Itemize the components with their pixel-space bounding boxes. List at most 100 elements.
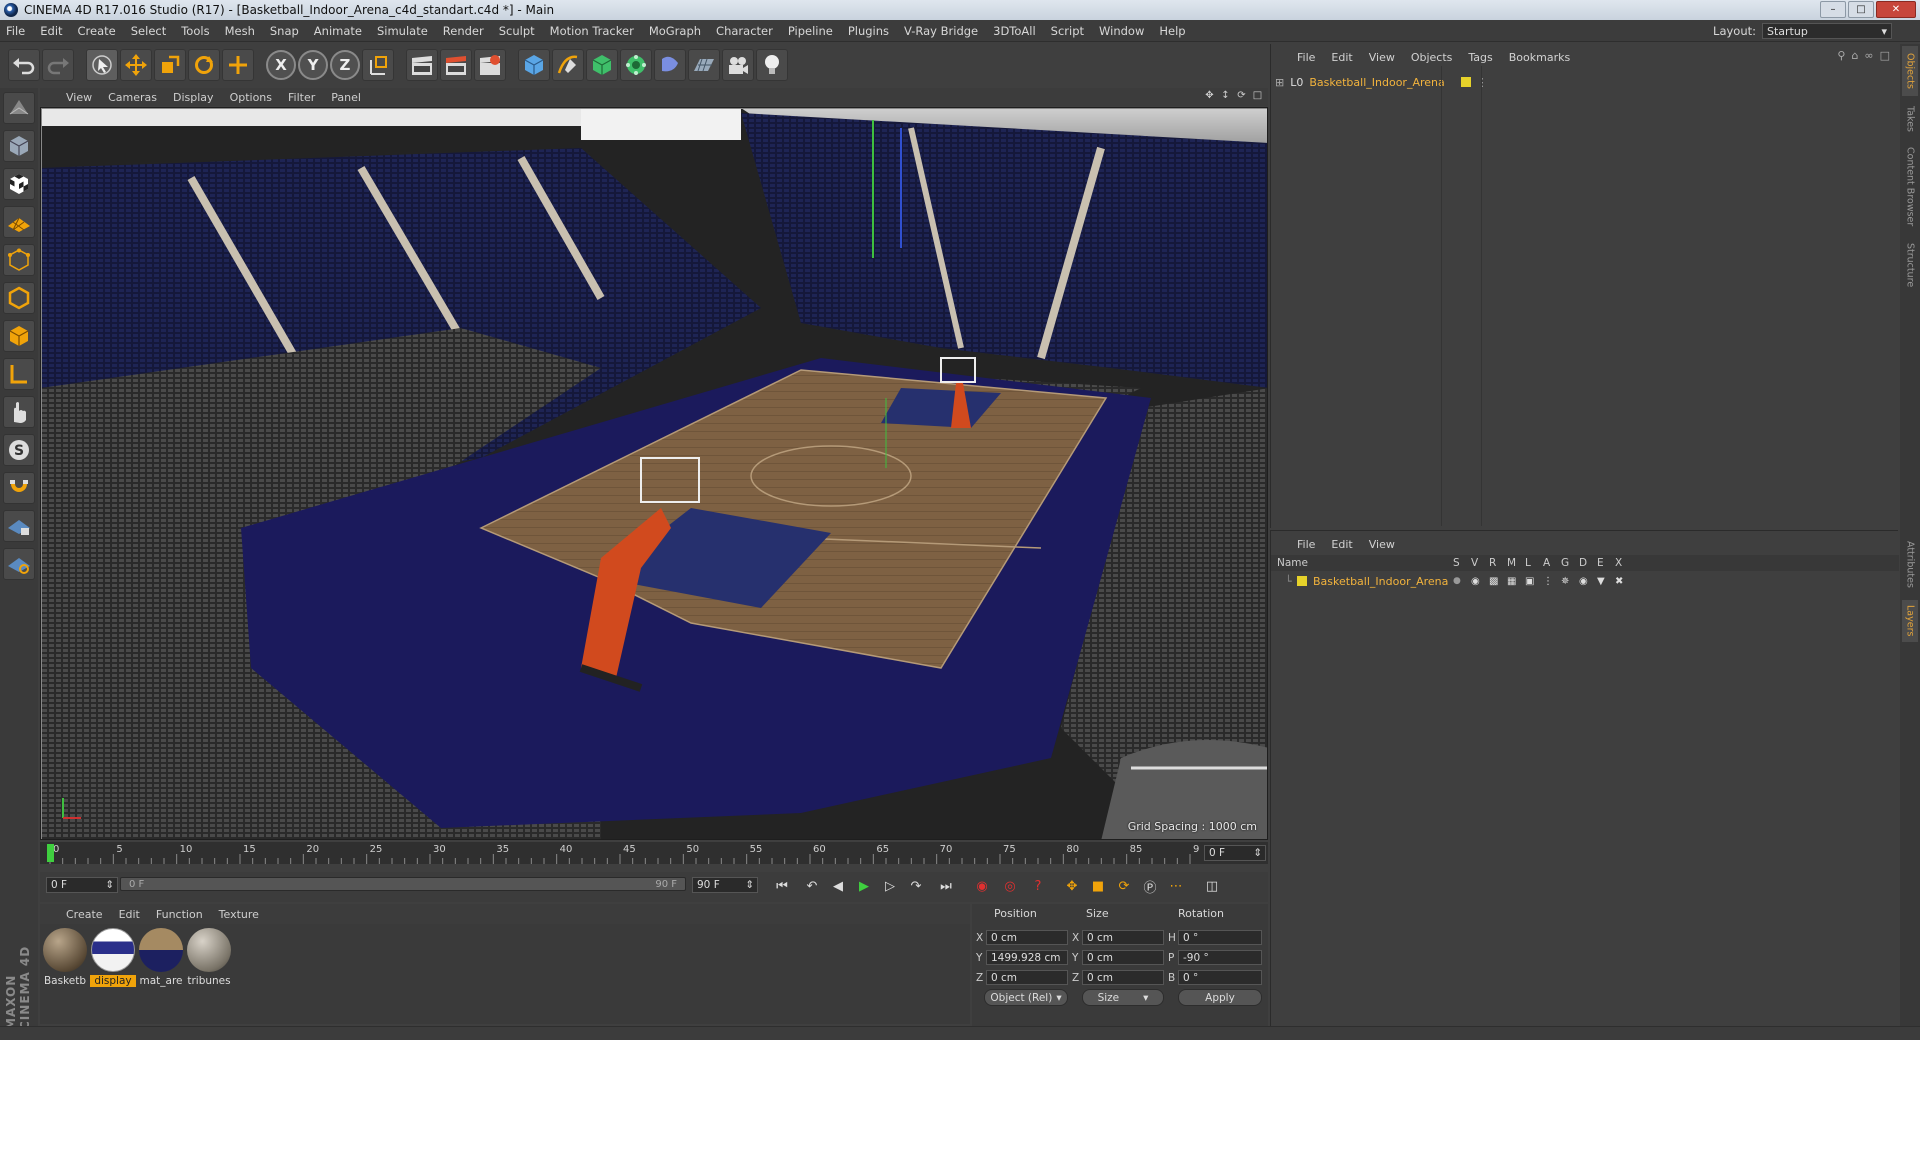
viewport-menu-panel[interactable]: Panel — [331, 91, 361, 104]
layer-color-icon[interactable] — [1297, 576, 1307, 586]
menu-plugins[interactable]: Plugins — [848, 24, 889, 38]
lock-icon[interactable]: ▣ — [1525, 576, 1534, 587]
polygon-mode-button[interactable] — [3, 320, 35, 352]
viewport-menu-cameras[interactable]: Cameras — [108, 91, 157, 104]
menu-window[interactable]: Window — [1099, 24, 1144, 38]
column-s[interactable]: S — [1453, 557, 1460, 569]
model-mode-button[interactable] — [3, 130, 35, 162]
tab-structure[interactable]: Structure — [1902, 240, 1918, 290]
goto-end-button[interactable]: ⏭ — [934, 874, 958, 898]
size-mode-dropdown[interactable]: Size ▾ — [1082, 989, 1164, 1006]
menu-simulate[interactable]: Simulate — [377, 24, 428, 38]
viewport-menu-options[interactable]: Options — [230, 91, 272, 104]
menu-render[interactable]: Render — [443, 24, 484, 38]
perspective-viewport[interactable]: Grid Spacing : 1000 cm — [40, 107, 1268, 840]
tab-objects[interactable]: Objects — [1902, 46, 1918, 96]
object-menu-view[interactable]: View — [1369, 51, 1395, 64]
spline-pen-button[interactable] — [552, 49, 584, 81]
planar-workplane-button[interactable] — [3, 548, 35, 580]
object-menu-file[interactable]: File — [1297, 51, 1315, 64]
playhead-marker[interactable] — [47, 844, 54, 862]
point-mode-button[interactable] — [3, 244, 35, 276]
menu-file[interactable]: File — [6, 24, 25, 38]
link-icon[interactable]: ∞ — [1864, 49, 1873, 62]
next-frame-button[interactable]: ▷ — [878, 874, 902, 898]
object-menu-objects[interactable]: Objects — [1411, 51, 1453, 64]
menu-pipeline[interactable]: Pipeline — [788, 24, 833, 38]
undo-button[interactable] — [8, 49, 40, 81]
position-key-button[interactable]: ✥ — [1060, 874, 1084, 898]
layer-row-arena[interactable]: └ Basketball_Indoor_Arena ● ◉ ▩ ▦ ▣ ⋮ ✵ … — [1271, 573, 1899, 589]
column-e[interactable]: E — [1597, 557, 1604, 569]
deformer-icon[interactable]: ◉ — [1579, 576, 1588, 587]
maximize-viewport-icon[interactable]: □ — [1251, 89, 1264, 102]
scale-key-button[interactable]: ■ — [1086, 874, 1110, 898]
render-to-picture-viewer-button[interactable] — [440, 49, 472, 81]
keyframe-selection-button[interactable]: ? — [1026, 874, 1050, 898]
position-x-field[interactable]: 0 cm — [986, 930, 1068, 945]
manager-icon[interactable]: ▦ — [1507, 576, 1516, 587]
cube-object-button[interactable] — [518, 49, 550, 81]
menu-sculpt[interactable]: Sculpt — [499, 24, 535, 38]
timeline-ruler[interactable]: 051015202530354045505560657075808590 0 F… — [40, 842, 1268, 864]
coordinate-system-button[interactable] — [362, 49, 394, 81]
redo-button[interactable] — [42, 49, 74, 81]
menu-animate[interactable]: Animate — [314, 24, 362, 38]
live-selection-button[interactable] — [86, 49, 118, 81]
texture-mode-button[interactable] — [3, 168, 35, 200]
cloner-button[interactable] — [620, 49, 652, 81]
axis-mode-button[interactable] — [3, 358, 35, 390]
menu-mesh[interactable]: Mesh — [225, 24, 255, 38]
workplane-lock-button[interactable] — [3, 510, 35, 542]
viewport-menu-filter[interactable]: Filter — [288, 91, 315, 104]
tab-attributes[interactable]: Attributes — [1902, 534, 1918, 594]
tab-layers[interactable]: Layers — [1902, 600, 1918, 642]
material-tile-display[interactable]: display — [90, 928, 136, 987]
coordinate-mode-dropdown[interactable]: Object (Rel) ▾ — [984, 989, 1068, 1006]
next-key-button[interactable]: ↷ — [904, 874, 928, 898]
eye-icon[interactable]: ◉ — [1471, 576, 1480, 587]
preview-range-slider[interactable]: 0 F 90 F — [120, 877, 686, 891]
generator-icon[interactable]: ✵ — [1561, 576, 1569, 587]
maximize-button[interactable]: □ — [1848, 1, 1874, 18]
rotation-h-field[interactable]: 0 ° — [1178, 930, 1262, 945]
end-frame-field[interactable]: 90 F ⇕ — [692, 877, 758, 893]
home-icon[interactable]: ⌂ — [1851, 49, 1858, 62]
material-menu-function[interactable]: Function — [156, 908, 203, 921]
column-g[interactable]: G — [1561, 557, 1569, 569]
parameter-key-button[interactable]: Ⓟ — [1138, 874, 1162, 898]
apply-button[interactable]: Apply — [1178, 989, 1262, 1006]
menu-character[interactable]: Character — [716, 24, 773, 38]
xref-icon[interactable]: ✖ — [1615, 576, 1623, 587]
camera-object-button[interactable] — [722, 49, 754, 81]
menu-motion-tracker[interactable]: Motion Tracker — [550, 24, 634, 38]
edge-mode-button[interactable] — [3, 282, 35, 314]
menu-script[interactable]: Script — [1051, 24, 1084, 38]
material-tile-tribunes[interactable]: tribunes — [186, 928, 232, 987]
axis-y-lock-button[interactable]: Y — [298, 50, 328, 80]
position-z-field[interactable]: 0 cm — [986, 970, 1068, 985]
axis-x-lock-button[interactable]: X — [266, 50, 296, 80]
object-menu-edit[interactable]: Edit — [1331, 51, 1352, 64]
menu-mograph[interactable]: MoGraph — [649, 24, 701, 38]
size-x-field[interactable]: 0 cm — [1082, 930, 1164, 945]
size-z-field[interactable]: 0 cm — [1082, 970, 1164, 985]
size-y-field[interactable]: 0 cm — [1082, 950, 1164, 965]
transform-tool-button[interactable] — [222, 49, 254, 81]
start-frame-field[interactable]: 0 F ⇕ — [46, 877, 118, 893]
point-level-key-button[interactable]: ⋯ — [1164, 874, 1188, 898]
menu-select[interactable]: Select — [131, 24, 166, 38]
floor-object-button[interactable] — [688, 49, 720, 81]
solo-icon[interactable]: ● — [1453, 576, 1461, 586]
column-a[interactable]: A — [1543, 557, 1550, 569]
material-menu-edit[interactable]: Edit — [119, 908, 140, 921]
object-row-arena[interactable]: ⊞ L0 Basketball_Indoor_Arena ⋮ — [1275, 74, 1488, 90]
material-tile-basketball[interactable]: Basketb — [42, 928, 88, 987]
tab-takes[interactable]: Takes — [1902, 104, 1918, 134]
menu-3dtoall[interactable]: 3DToAll — [993, 24, 1036, 38]
render-icon[interactable]: ▩ — [1489, 576, 1498, 587]
close-button[interactable]: ✕ — [1876, 1, 1916, 18]
column-d[interactable]: D — [1579, 557, 1587, 569]
search-icon[interactable]: ⚲ — [1837, 49, 1845, 62]
column-v[interactable]: V — [1471, 557, 1478, 569]
